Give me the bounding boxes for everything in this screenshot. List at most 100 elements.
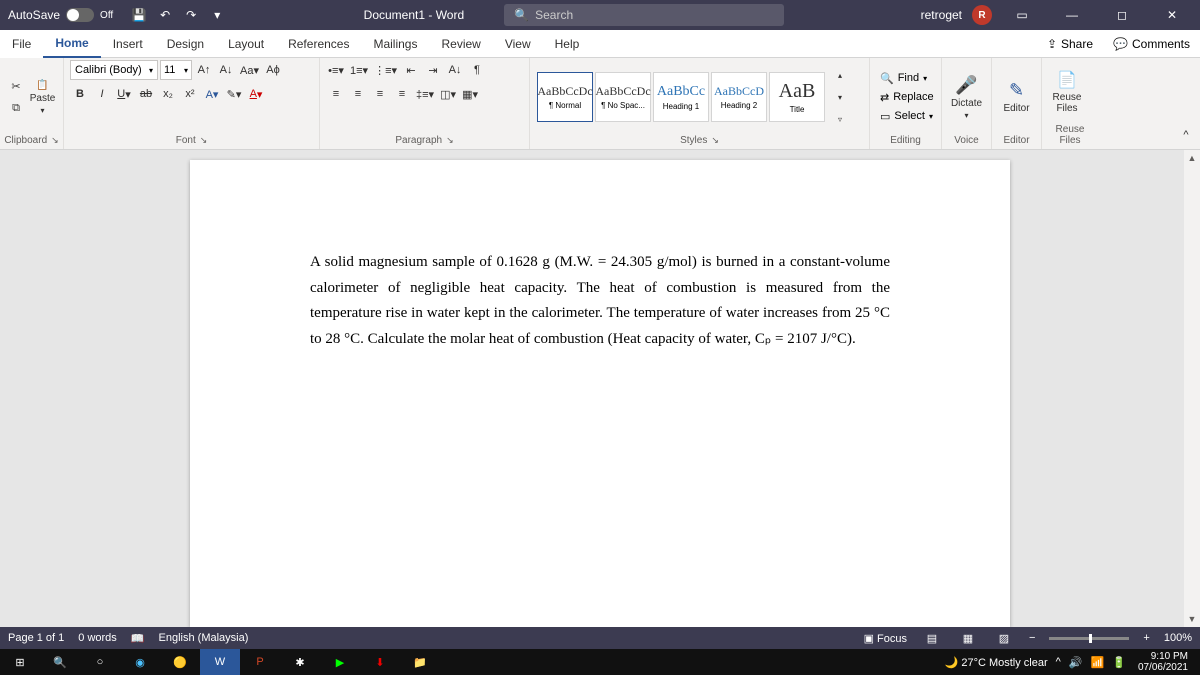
taskbar-explorer[interactable]: 📁 — [400, 649, 440, 675]
styles-up-button[interactable]: ▴ — [830, 65, 850, 85]
tab-review[interactable]: Review — [429, 30, 492, 58]
subscript-button[interactable]: x₂ — [158, 84, 178, 104]
zoom-slider[interactable] — [1049, 637, 1129, 640]
taskbar-cortana[interactable]: ○ — [80, 649, 120, 675]
taskbar-word[interactable]: W — [200, 649, 240, 675]
styles-launcher[interactable]: ↘ — [711, 135, 719, 146]
sort-button[interactable]: A↓ — [445, 60, 465, 80]
minimize-button[interactable]: — — [1052, 0, 1092, 30]
editor-button[interactable]: ✎Editor — [998, 68, 1035, 126]
italic-button[interactable]: I — [92, 84, 112, 104]
page-indicator[interactable]: Page 1 of 1 — [8, 632, 64, 644]
taskbar-acrobat[interactable]: ⬇ — [360, 649, 400, 675]
select-button[interactable]: ▭Select▾ — [876, 107, 938, 125]
styles-more-button[interactable]: ▿ — [830, 109, 850, 129]
tab-design[interactable]: Design — [155, 30, 216, 58]
style-heading2[interactable]: AaBbCcDHeading 2 — [711, 72, 767, 122]
font-color-button[interactable]: A▾ — [246, 84, 266, 104]
tray-chevron-icon[interactable]: ^ — [1056, 656, 1061, 668]
find-button[interactable]: 🔍Find▾ — [876, 69, 938, 87]
tab-file[interactable]: File — [0, 30, 43, 58]
shrink-font-button[interactable]: A↓ — [216, 60, 236, 80]
read-mode-button[interactable]: ▤ — [921, 629, 943, 647]
font-name-select[interactable]: Calibri (Body)▾ — [70, 60, 158, 80]
tray-battery-icon[interactable]: 🔋 — [1112, 656, 1126, 669]
maximize-button[interactable]: ◻ — [1102, 0, 1142, 30]
comments-button[interactable]: 💬Comments — [1103, 37, 1200, 51]
align-left-button[interactable]: ≡ — [326, 84, 346, 104]
scroll-up-button[interactable]: ▲ — [1184, 150, 1200, 166]
shading-button[interactable]: ◫▾ — [438, 84, 458, 104]
taskbar-clock[interactable]: 9:10 PM 07/06/2021 — [1134, 651, 1192, 673]
weather-widget[interactable]: 🌙 27°C Mostly clear — [945, 656, 1048, 669]
styles-gallery[interactable]: AaBbCcDc¶ Normal AaBbCcDc¶ No Spac... Aa… — [536, 72, 826, 122]
align-right-button[interactable]: ≡ — [370, 84, 390, 104]
dictate-button[interactable]: 🎤Dictate▾ — [948, 68, 985, 126]
reuse-files-button[interactable]: 📄Reuse Files — [1048, 63, 1086, 121]
numbering-button[interactable]: 1≡▾ — [348, 60, 370, 80]
strike-button[interactable]: ab — [136, 84, 156, 104]
tab-mailings[interactable]: Mailings — [361, 30, 429, 58]
style-heading1[interactable]: AaBbCcHeading 1 — [653, 72, 709, 122]
bullets-button[interactable]: •≡▾ — [326, 60, 346, 80]
tray-volume-icon[interactable]: 🔊 — [1069, 656, 1083, 669]
tab-help[interactable]: Help — [543, 30, 592, 58]
taskbar-search-button[interactable]: 🔍 — [40, 649, 80, 675]
style-title[interactable]: AaBTitle — [769, 72, 825, 122]
taskbar-powerpoint[interactable]: P — [240, 649, 280, 675]
style-normal[interactable]: AaBbCcDc¶ Normal — [537, 72, 593, 122]
font-launcher[interactable]: ↘ — [200, 135, 208, 146]
tab-view[interactable]: View — [493, 30, 543, 58]
start-button[interactable]: ⊞ — [0, 649, 40, 675]
underline-button[interactable]: U▾ — [114, 84, 134, 104]
increase-indent-button[interactable]: ⇥ — [423, 60, 443, 80]
taskbar-media[interactable]: ▶ — [320, 649, 360, 675]
search-input[interactable]: 🔍 Search — [504, 4, 784, 26]
align-center-button[interactable]: ≡ — [348, 84, 368, 104]
change-case-button[interactable]: Aa▾ — [238, 60, 261, 80]
zoom-in-button[interactable]: + — [1143, 632, 1149, 644]
justify-button[interactable]: ≡ — [392, 84, 412, 104]
vertical-scrollbar[interactable]: ▲ ▼ — [1184, 150, 1200, 627]
paste-button[interactable]: 📋 Paste ▾ — [28, 68, 57, 126]
close-button[interactable]: ✕ — [1152, 0, 1192, 30]
save-button[interactable]: 💾 — [127, 3, 151, 27]
focus-mode-button[interactable]: ▣ Focus — [864, 632, 907, 645]
superscript-button[interactable]: x² — [180, 84, 200, 104]
style-nospacing[interactable]: AaBbCcDc¶ No Spac... — [595, 72, 651, 122]
multilevel-button[interactable]: ⋮≡▾ — [372, 60, 399, 80]
language-indicator[interactable]: English (Malaysia) — [159, 632, 249, 644]
replace-button[interactable]: ⇄Replace — [876, 88, 938, 106]
tray-wifi-icon[interactable]: 📶 — [1091, 656, 1105, 669]
taskbar-chrome[interactable]: 🟡 — [160, 649, 200, 675]
word-count[interactable]: 0 words — [78, 632, 117, 644]
taskbar-edge[interactable]: ◉ — [120, 649, 160, 675]
collapse-ribbon-button[interactable]: ^ — [1176, 125, 1196, 145]
scroll-down-button[interactable]: ▼ — [1184, 611, 1200, 627]
highlight-button[interactable]: ✎▾ — [224, 84, 244, 104]
user-avatar[interactable]: R — [972, 5, 992, 25]
taskbar-app1[interactable]: ✱ — [280, 649, 320, 675]
copy-icon[interactable]: ⧉ — [6, 98, 26, 118]
text-effects-button[interactable]: A▾ — [202, 84, 222, 104]
share-button[interactable]: ⇪Share — [1037, 37, 1103, 51]
decrease-indent-button[interactable]: ⇤ — [401, 60, 421, 80]
document-text[interactable]: A solid magnesium sample of 0.1628 g (M.… — [310, 250, 890, 352]
clipboard-launcher[interactable]: ↘ — [51, 135, 59, 146]
borders-button[interactable]: ▦▾ — [460, 84, 480, 104]
grow-font-button[interactable]: A↑ — [194, 60, 214, 80]
web-layout-button[interactable]: ▨ — [993, 629, 1015, 647]
undo-button[interactable]: ↶ — [153, 3, 177, 27]
show-marks-button[interactable]: ¶ — [467, 60, 487, 80]
autosave-toggle[interactable] — [66, 8, 94, 22]
font-size-select[interactable]: 11▾ — [160, 60, 192, 80]
spellcheck-icon[interactable]: 📖 — [131, 632, 145, 645]
clear-format-button[interactable]: Aϕ — [263, 60, 283, 80]
styles-down-button[interactable]: ▾ — [830, 87, 850, 107]
redo-button[interactable]: ↷ — [179, 3, 203, 27]
tab-layout[interactable]: Layout — [216, 30, 276, 58]
cut-icon[interactable]: ✂ — [6, 76, 26, 96]
document-page[interactable]: A solid magnesium sample of 0.1628 g (M.… — [190, 160, 1010, 627]
ribbon-display-icon[interactable]: ▭ — [1002, 0, 1042, 30]
print-layout-button[interactable]: ▦ — [957, 629, 979, 647]
